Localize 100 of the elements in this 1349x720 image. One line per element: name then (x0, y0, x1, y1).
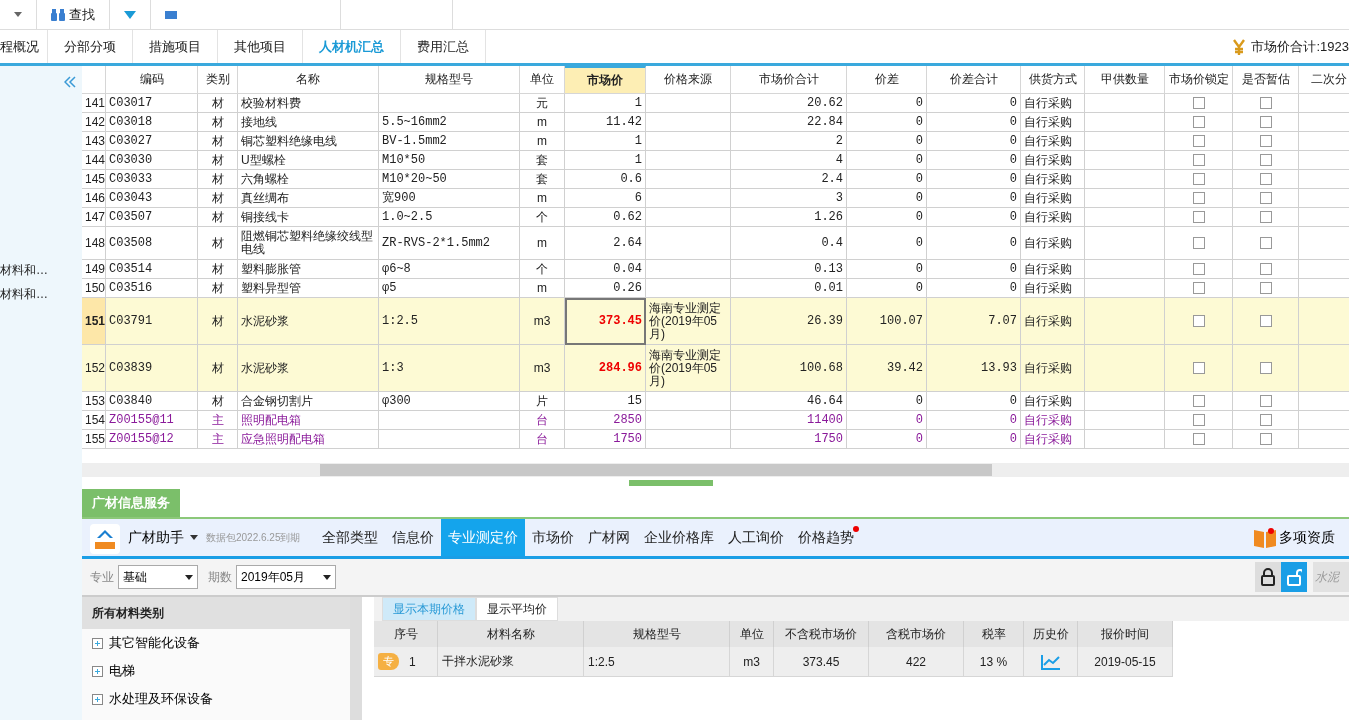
major-select[interactable]: 基础 (118, 565, 198, 589)
table-row[interactable]: 145 C03033 材 六角螺栓 M10*20~50 套 0.6 2.4 0 0 自行采购 (82, 170, 1349, 189)
checkbox[interactable] (1259, 173, 1272, 185)
checkbox[interactable] (1259, 263, 1272, 275)
period-select[interactable]: 2019年05月 (236, 565, 336, 589)
lock-button[interactable] (1255, 562, 1281, 592)
column-header[interactable]: 市场价 (565, 66, 646, 94)
checkbox[interactable] (1259, 315, 1272, 327)
tree-header: 所有材料类别 (82, 597, 350, 629)
column-header[interactable]: 市场价合计 (731, 66, 847, 94)
table-row[interactable]: 147 C03507 材 铜接线卡 1.0~2.5 个 0.62 1.26 0 0 自行采购 (82, 208, 1349, 227)
table-row[interactable]: 143 C03027 材 铜芯塑料绝缘电线 BV-1.5mm2 m 1 2 0 0 自行采购 (82, 132, 1349, 151)
checkbox[interactable] (1192, 116, 1205, 128)
table-cell: Z00155@12 (106, 430, 198, 449)
table-cell: 1:2.5 (584, 647, 730, 677)
checkbox[interactable] (1259, 362, 1272, 374)
column-header[interactable]: 市场价锁定 (1165, 66, 1233, 94)
tree-item[interactable]: 电梯 (82, 657, 350, 685)
price-type-tab[interactable]: 全部类型 (314, 519, 385, 556)
checkbox[interactable] (1192, 414, 1205, 426)
checkbox[interactable] (1192, 97, 1205, 109)
price-tab[interactable]: 显示平均价 (476, 597, 558, 621)
table-row[interactable]: 154 Z00155@11 主 照明配电箱 台 2850 11400 0 0 自行采购 (82, 411, 1349, 430)
caret-icon (323, 574, 331, 580)
tab[interactable]: 程概况 (0, 30, 48, 63)
table-cell: 0.26 (565, 279, 646, 298)
column-header[interactable]: 单位 (520, 66, 565, 94)
checkbox[interactable] (1192, 362, 1205, 374)
find-button[interactable]: 查找 (51, 5, 95, 24)
side-item[interactable]: 材料和… (0, 258, 82, 282)
column-header[interactable]: 供货方式 (1021, 66, 1085, 94)
checkbox[interactable] (1192, 192, 1205, 204)
price-type-tab[interactable]: 价格趋势 (790, 519, 861, 556)
table-cell: 主 (198, 430, 238, 449)
table-cell: 13 % (964, 647, 1024, 677)
column-header: 单位 (730, 621, 774, 647)
column-header[interactable]: 名称 (238, 66, 379, 94)
checkbox[interactable] (1192, 282, 1205, 294)
tree-item[interactable]: 水处理及环保设备 (82, 685, 350, 713)
checkbox[interactable] (1192, 395, 1205, 407)
search-field[interactable]: 水泥 (1313, 562, 1349, 592)
lock-icon (1260, 568, 1276, 586)
price-type-tab[interactable]: 广材网 (580, 519, 637, 556)
table-row[interactable]: 153 C03840 材 合金钢切割片 φ300 片 15 46.64 0 0 自行采购 (82, 392, 1349, 411)
column-header[interactable]: 价差合计 (927, 66, 1021, 94)
checkbox[interactable] (1259, 135, 1272, 147)
checkbox[interactable] (1192, 135, 1205, 147)
table-row[interactable]: 149 C03514 材 塑料膨胀管 φ6~8 个 0.04 0.13 0 0 自行采购 (82, 260, 1349, 279)
checkbox[interactable] (1259, 116, 1272, 128)
checkbox[interactable] (1192, 263, 1205, 275)
checkbox[interactable] (1259, 154, 1272, 166)
checkbox[interactable] (1259, 192, 1272, 204)
checkbox[interactable] (1192, 173, 1205, 185)
price-type-tab[interactable]: 企业价格库 (636, 519, 721, 556)
table-row[interactable]: 141 C03017 材 校验材料费 元 1 20.62 0 0 自行采购 (82, 94, 1349, 113)
table-row[interactable]: 151 C03791 材 水泥砂浆 1:2.5 m3 373.45 海南专业测定价(2019年05月) 26.39 100.07 7.07 自行采购 (82, 298, 1349, 345)
checkbox[interactable] (1192, 237, 1205, 249)
checkbox[interactable] (1259, 414, 1272, 426)
tree-item[interactable]: 其它智能化设备 (82, 629, 350, 657)
checkbox[interactable] (1259, 97, 1272, 109)
checkbox[interactable] (1192, 433, 1205, 445)
assistant-menu[interactable]: 广材助手 (128, 519, 198, 556)
table-row[interactable]: 155 Z00155@12 主 应急照明配电箱 台 1750 1750 0 0 自行采购 (82, 430, 1349, 449)
price-type-tab[interactable]: 市场价 (524, 519, 581, 556)
row-number: 151 (82, 298, 106, 345)
table-row[interactable]: 152 C03839 材 水泥砂浆 1:3 m3 284.96 海南专业测定价(2019年05月) 100.68 39.42 13.93 自行采购 (82, 345, 1349, 392)
column-header[interactable]: 类别 (198, 66, 238, 94)
checkbox[interactable] (1259, 282, 1272, 294)
table-row[interactable]: 144 C03030 材 U型螺栓 M10*50 套 1 4 0 0 自行采购 (82, 151, 1349, 170)
column-header: 含税市场价 (869, 621, 964, 647)
column-header[interactable]: 价差 (847, 66, 927, 94)
column-header[interactable]: 甲供数量 (1085, 66, 1165, 94)
qualification-button[interactable]: 多项资质 (1248, 519, 1349, 556)
table-row[interactable]: 150 C03516 材 塑料异型管 φ5 m 0.26 0.01 0 0 自行采购 (82, 279, 1349, 298)
caret-icon (190, 535, 198, 540)
checkbox[interactable] (1192, 211, 1205, 223)
side-item[interactable]: 材料和… (0, 282, 82, 306)
column-header[interactable]: 编码 (106, 66, 198, 94)
line-chart-icon[interactable] (1040, 653, 1061, 670)
checkbox[interactable] (1192, 154, 1205, 166)
column-header[interactable]: 是否暂估 (1233, 66, 1299, 94)
splitter-handle[interactable] (628, 480, 713, 486)
price-type-tab[interactable]: 信息价 (384, 519, 441, 556)
table-cell: 台 (520, 430, 565, 449)
horizontal-scrollbar[interactable] (82, 463, 1349, 477)
checkbox[interactable] (1192, 315, 1205, 327)
table-row[interactable]: 146 C03043 材 真丝绸布 宽900 m 6 3 0 0 自行采购 (82, 189, 1349, 208)
column-header[interactable]: 价格来源 (646, 66, 731, 94)
column-header[interactable]: 规格型号 (379, 66, 520, 94)
checkbox[interactable] (1259, 211, 1272, 223)
expiry-note: 数据包2022.6.25到期 (206, 530, 301, 545)
checkbox[interactable] (1259, 395, 1272, 407)
table-row[interactable]: 142 C03018 材 接地线 5.5~16mm2 m 11.42 22.84 0 0 自行采购 (82, 113, 1349, 132)
collapse-icon[interactable] (64, 76, 76, 88)
down-arrow-icon[interactable] (124, 10, 136, 19)
caret-icon[interactable] (14, 12, 22, 17)
table-cell: 373.45 (565, 298, 646, 345)
checkbox[interactable] (1259, 433, 1272, 445)
price-type-tab[interactable]: 人工询价 (720, 519, 791, 556)
checkbox[interactable] (1259, 237, 1272, 249)
